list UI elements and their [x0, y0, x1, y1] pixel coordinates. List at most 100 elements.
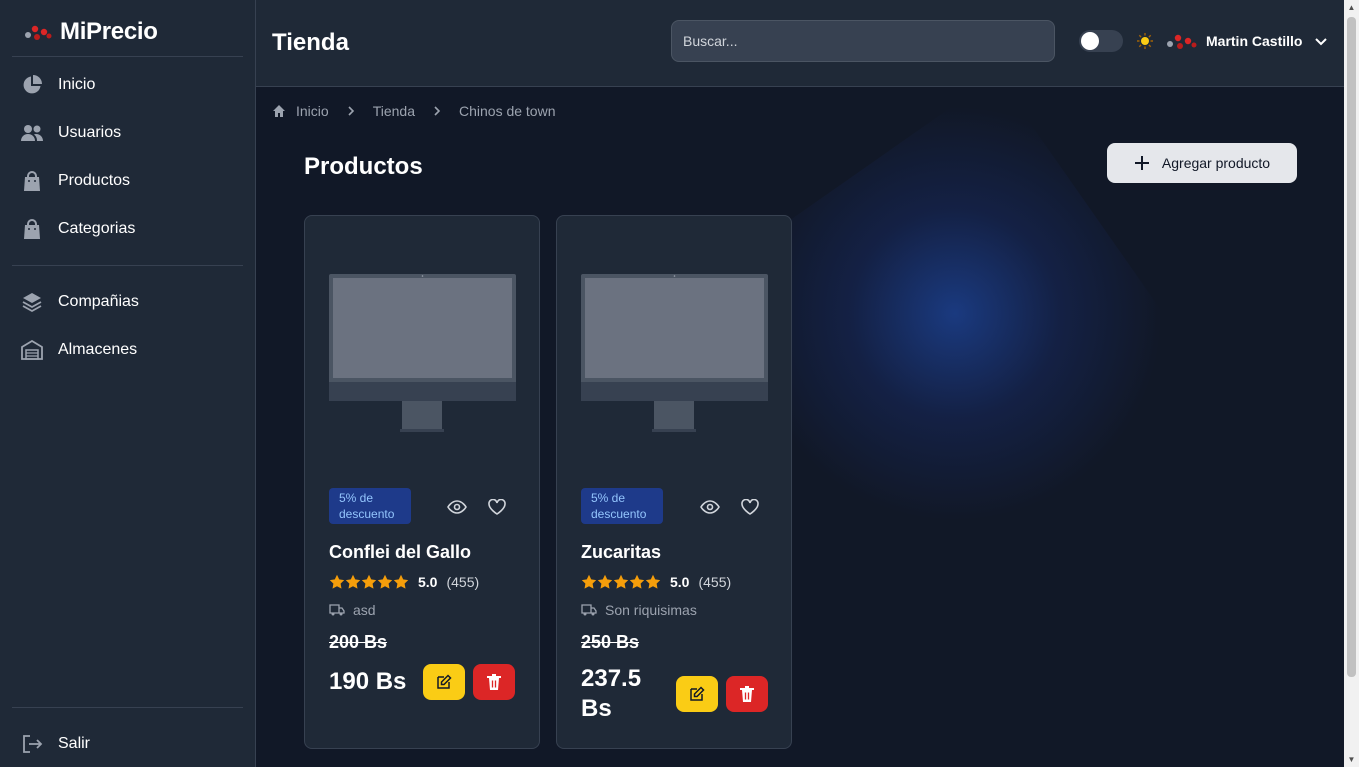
shipping-text: asd — [353, 602, 376, 618]
star-icon — [361, 575, 377, 589]
sidebar-item-companias[interactable]: Compañias — [12, 282, 243, 322]
add-product-button[interactable]: Agregar producto — [1107, 143, 1297, 183]
dark-mode-toggle[interactable] — [1079, 30, 1123, 52]
sidebar-item-categorias[interactable]: Categorias — [12, 209, 243, 249]
sidebar-item-label: Inicio — [58, 76, 96, 93]
edit-button[interactable] — [423, 664, 465, 700]
old-price: 200 Bs — [329, 632, 388, 652]
sidebar-item-productos[interactable]: Productos — [12, 161, 243, 201]
current-price: 237.5 Bs — [581, 665, 642, 722]
star-icon — [377, 575, 393, 589]
scrollbar[interactable]: ▲ ▼ — [1344, 0, 1359, 767]
review-count: (455) — [698, 573, 732, 590]
star-icon — [345, 575, 361, 589]
logout-label: Salir — [58, 735, 91, 752]
edit-icon — [690, 686, 705, 701]
home-icon — [273, 105, 285, 117]
edit-icon — [437, 674, 452, 689]
star-rating — [581, 573, 661, 590]
sidebar-item-label: Almacenes — [58, 341, 138, 358]
star-icon — [581, 575, 597, 589]
star-icon — [393, 575, 409, 589]
users-icon — [20, 121, 44, 145]
product-name[interactable]: Zucaritas — [581, 542, 661, 563]
eye-icon[interactable] — [445, 495, 469, 519]
truck-icon — [581, 604, 597, 616]
shipping-info: Son riquisimas — [581, 602, 697, 618]
shopping-bag-icon — [20, 217, 44, 241]
shopping-bag-icon — [20, 169, 44, 193]
discount-badge: 5% de descuento — [581, 488, 663, 524]
shipping-info: asd — [329, 602, 376, 618]
toggle-knob — [1081, 32, 1099, 50]
sidebar-divider — [12, 707, 243, 708]
scroll-down-arrow[interactable]: ▼ — [1347, 755, 1356, 764]
sidebar-divider — [12, 265, 243, 266]
trash-icon — [487, 674, 501, 690]
brand[interactable]: MiPrecio — [24, 18, 158, 46]
edit-button[interactable] — [676, 676, 718, 712]
sidebar-item-label: Categorias — [58, 220, 136, 237]
brand-name: MiPrecio — [60, 18, 158, 45]
review-count: (455) — [446, 573, 480, 590]
sun-icon — [1137, 33, 1153, 49]
heart-icon[interactable] — [738, 495, 762, 519]
shipping-text: Son riquisimas — [605, 602, 697, 618]
sidebar-divider — [12, 56, 243, 57]
sidebar: MiPrecio Inicio Usuarios Productos Categ… — [0, 0, 256, 767]
plus-icon — [1134, 156, 1149, 170]
rating: 5.0 (455) — [329, 573, 479, 590]
add-product-label: Agregar producto — [1161, 155, 1271, 171]
warehouse-icon — [20, 338, 44, 362]
current-price: 190 Bs — [329, 668, 407, 695]
star-icon — [597, 575, 613, 589]
star-rating — [329, 573, 409, 590]
rating: 5.0 (455) — [581, 573, 731, 590]
logout-icon — [20, 732, 44, 756]
product-name[interactable]: Conflei del Gallo — [329, 542, 471, 563]
chevron-right-icon — [429, 103, 445, 119]
breadcrumb-item-tienda[interactable]: Tienda — [373, 103, 415, 119]
heart-icon[interactable] — [485, 495, 509, 519]
sidebar-item-inicio[interactable]: Inicio — [12, 65, 243, 105]
sidebar-item-label: Usuarios — [58, 124, 122, 141]
page-title: Tienda — [272, 29, 349, 56]
star-icon — [329, 575, 345, 589]
star-icon — [629, 575, 645, 589]
product-image — [581, 274, 768, 432]
breadcrumb-item-current: Chinos de town — [458, 103, 556, 119]
avatar — [1167, 34, 1197, 49]
sidebar-item-label: Compañias — [58, 293, 139, 310]
truck-icon — [329, 604, 345, 616]
logout-button[interactable]: Salir — [12, 724, 243, 764]
layers-icon — [20, 290, 44, 314]
scrollbar-thumb[interactable] — [1347, 17, 1356, 677]
trash-icon — [740, 686, 754, 702]
delete-button[interactable] — [473, 664, 515, 700]
rating-score: 5.0 — [670, 573, 690, 590]
old-price: 250 Bs — [581, 632, 640, 652]
user-name: Martin Castillo — [1206, 33, 1303, 49]
scroll-up-arrow[interactable]: ▲ — [1347, 3, 1356, 12]
chevron-down-icon — [1315, 38, 1328, 46]
sidebar-item-usuarios[interactable]: Usuarios — [12, 113, 243, 153]
breadcrumb: Inicio Tienda Chinos de town — [272, 103, 556, 119]
discount-badge: 5% de descuento — [329, 488, 411, 524]
section-title: Productos — [304, 153, 423, 180]
delete-button[interactable] — [726, 676, 768, 712]
breadcrumb-item-inicio[interactable]: Inicio — [296, 103, 329, 119]
brand-logo-icon — [25, 25, 52, 40]
eye-icon[interactable] — [698, 495, 722, 519]
chevron-right-icon — [343, 103, 359, 119]
sidebar-item-almacenes[interactable]: Almacenes — [12, 330, 243, 370]
product-card: 5% de descuento Zucaritas 5.0 (455) Son … — [556, 215, 792, 749]
star-icon — [613, 575, 629, 589]
user-menu[interactable]: Martin Castillo — [1166, 28, 1328, 54]
search-input[interactable] — [671, 20, 1055, 62]
top-bar: Tienda Martin Castillo — [256, 0, 1344, 87]
product-card: 5% de descuento Conflei del Gallo 5.0 (4… — [304, 215, 540, 749]
sidebar-item-label: Productos — [58, 172, 131, 189]
rating-score: 5.0 — [418, 573, 438, 590]
product-image — [329, 274, 516, 432]
star-icon — [645, 575, 661, 589]
